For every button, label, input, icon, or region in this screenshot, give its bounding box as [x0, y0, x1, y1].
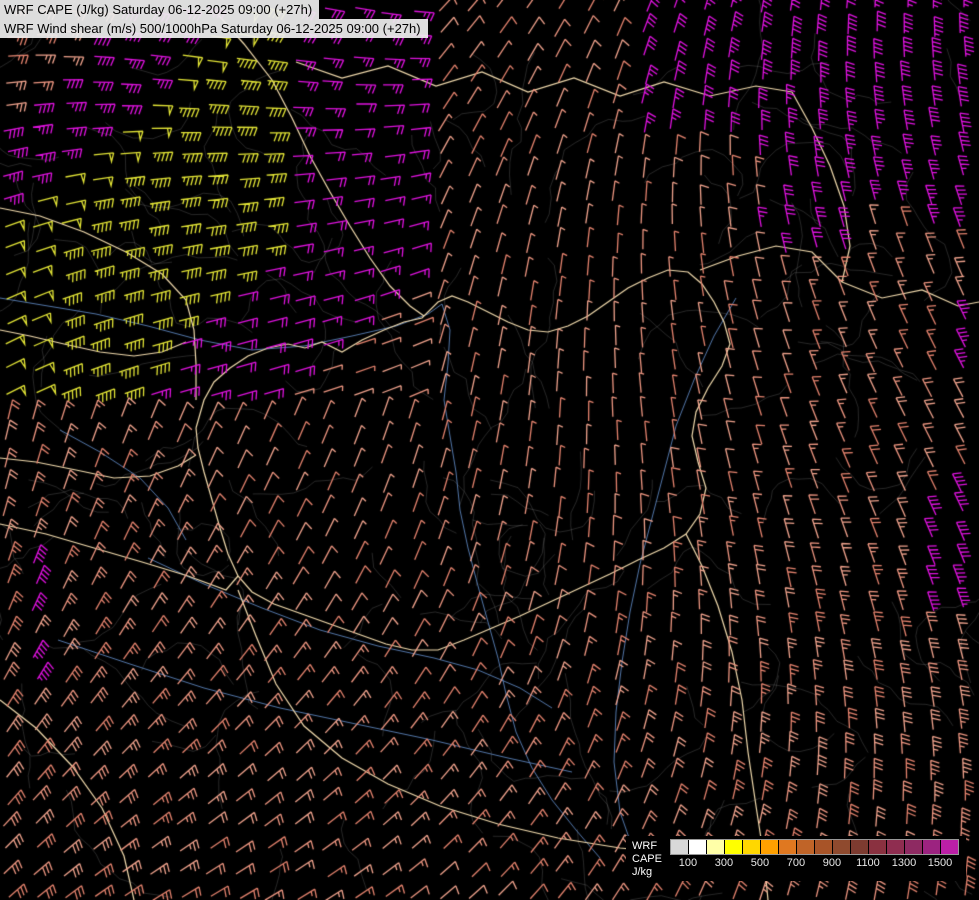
cape-title-text: WRF CAPE (J/kg) Saturday 06-12-2025 09:0… — [4, 2, 312, 17]
cape-scale-swatch — [779, 840, 796, 854]
cape-legend-title-line: WRF — [632, 840, 662, 853]
cape-scale-swatch — [941, 840, 958, 854]
cape-scale-label: 300 — [715, 857, 733, 869]
cape-scale-swatch — [689, 840, 706, 854]
cape-scale-swatch — [725, 840, 742, 854]
cape-scale-swatch — [869, 840, 886, 854]
cape-scale-swatch — [671, 840, 688, 854]
cape-scale-labels: 100 300 500 700 900 1100 1300 1500 — [670, 857, 960, 872]
cape-scale-swatch — [743, 840, 760, 854]
cape-scale-wrap: 100 300 500 700 900 1100 1300 1500 — [670, 839, 960, 872]
cape-scale-label: 1500 — [928, 857, 952, 869]
cape-title-bar: WRF CAPE (J/kg) Saturday 06-12-2025 09:0… — [0, 0, 319, 19]
cape-scale-label: 1300 — [892, 857, 916, 869]
cape-scale-swatch — [707, 840, 724, 854]
shear-title-bar: WRF Wind shear (m/s) 500/1000hPa Saturda… — [0, 19, 428, 38]
cape-scale-swatch — [923, 840, 940, 854]
cape-scale-label: 1100 — [856, 857, 880, 869]
cape-scale-swatch — [905, 840, 922, 854]
cape-scale-swatch — [761, 840, 778, 854]
cape-scale-swatch — [815, 840, 832, 854]
cape-legend: WRF CAPE J/kg 100 300 500 700 900 1100 1300 150… — [626, 836, 966, 881]
cape-scale-label: 100 — [679, 857, 697, 869]
cape-legend-title: WRF CAPE J/kg — [632, 840, 662, 879]
cape-scale-label: 700 — [787, 857, 805, 869]
cape-scale-swatch — [887, 840, 904, 854]
cape-scale-label: 900 — [823, 857, 841, 869]
weather-map-stage: WRF CAPE (J/kg) Saturday 06-12-2025 09:0… — [0, 0, 979, 900]
cape-legend-title-line: CAPE — [632, 853, 662, 866]
cape-scale-swatch — [851, 840, 868, 854]
shear-title-text: WRF Wind shear (m/s) 500/1000hPa Saturda… — [4, 21, 421, 36]
cape-legend-title-line: J/kg — [632, 866, 662, 879]
cape-scale-swatch — [797, 840, 814, 854]
cape-scale-label: 500 — [751, 857, 769, 869]
weather-map-canvas — [0, 0, 979, 900]
cape-scale-swatch — [833, 840, 850, 854]
cape-color-scale — [670, 839, 959, 855]
